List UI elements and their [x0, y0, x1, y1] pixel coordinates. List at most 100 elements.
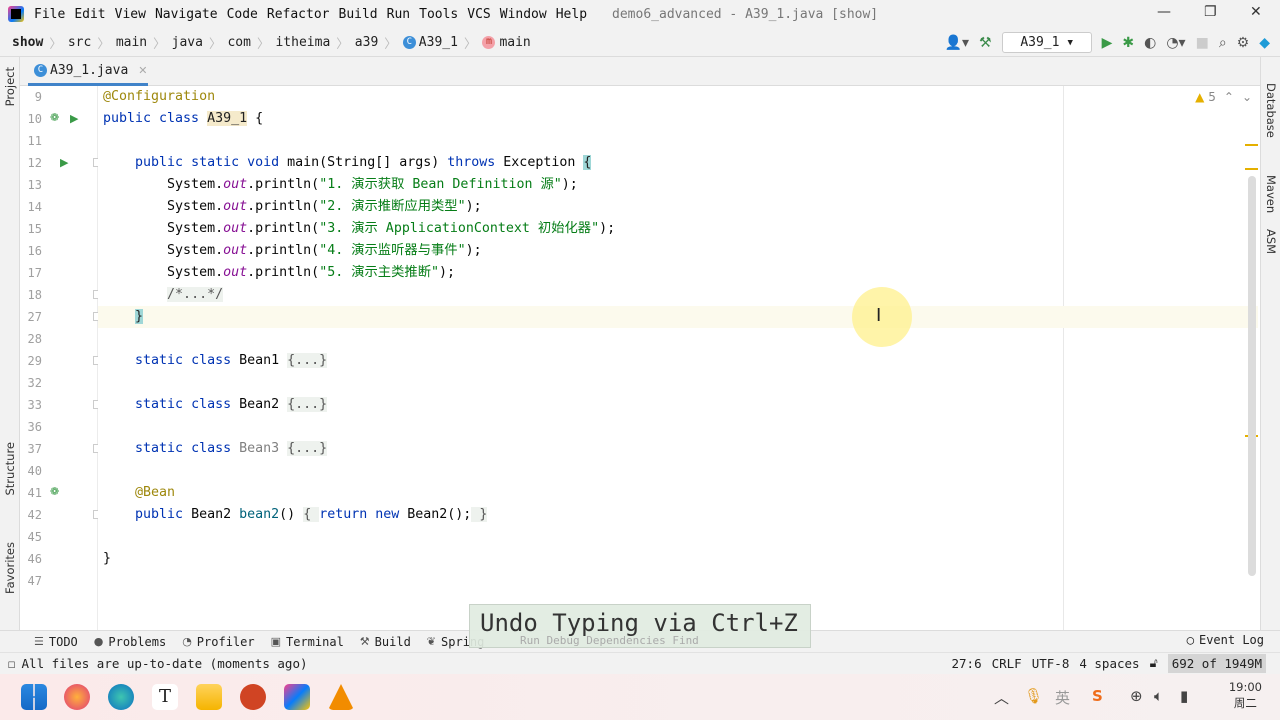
code-line[interactable] — [98, 328, 103, 350]
file-explorer-icon[interactable] — [196, 684, 222, 710]
taskbar-clock[interactable]: 19:00 周二 — [1229, 679, 1262, 711]
vertical-scrollbar[interactable] — [1248, 176, 1256, 576]
event-log-button[interactable]: ◯ Event Log — [1187, 633, 1264, 647]
indent-setting[interactable]: 4 spaces — [1079, 656, 1139, 671]
crumb-class[interactable]: A39_1 — [419, 35, 458, 50]
crumb-itheima[interactable]: itheima — [275, 35, 330, 50]
spring-bean-icon[interactable]: ❁ — [50, 111, 59, 124]
code-line[interactable]: public static void main(String[] args) t… — [98, 152, 592, 174]
battery-icon[interactable]: ▮ — [1180, 687, 1188, 705]
status-message[interactable]: All files are up-to-date (moments ago) — [22, 656, 308, 671]
terminal-tool-button[interactable]: ▣ Terminal — [271, 635, 344, 649]
crumb-method[interactable]: main — [499, 35, 530, 50]
code-line[interactable]: static class Bean1 {...} — [98, 350, 328, 372]
asm-tool-button[interactable]: ASM — [1264, 229, 1278, 254]
inspection-widget[interactable]: ▲ 5 ⌃ ⌄ — [1195, 90, 1252, 104]
lock-icon[interactable]: 🔓︎ — [1150, 655, 1158, 671]
menu-run[interactable]: Run — [387, 7, 410, 22]
code-line[interactable]: /*...*/ — [98, 284, 224, 306]
spring-bean-icon[interactable]: ❁ — [50, 485, 59, 498]
code-with-me-icon[interactable]: ◆ — [1259, 35, 1270, 51]
menu-refactor[interactable]: Refactor — [267, 7, 330, 22]
gear-icon[interactable]: ⚙ — [1237, 35, 1250, 51]
code-line[interactable]: @Bean — [98, 482, 175, 504]
crumb-show[interactable]: show — [12, 35, 43, 50]
vlc-icon[interactable] — [328, 684, 354, 710]
problems-tool-button[interactable]: ● Problems — [94, 635, 166, 649]
edge-icon[interactable] — [108, 684, 134, 710]
structure-tool-button[interactable]: Structure — [3, 442, 17, 496]
profile-icon[interactable]: ◔▾ — [1166, 35, 1185, 51]
run-main-icon[interactable]: ▶ — [60, 156, 68, 169]
run-class-icon[interactable]: ▶ — [70, 112, 78, 125]
code-line-current[interactable]: } — [98, 306, 1258, 328]
menu-build[interactable]: Build — [339, 7, 378, 22]
folded-region[interactable]: } — [471, 507, 488, 522]
restore-icon[interactable]: ❐ — [1204, 4, 1217, 20]
profiler-tool-button[interactable]: ◔ Profiler — [182, 635, 254, 649]
search-icon[interactable]: ⌕ — [1219, 35, 1227, 51]
run-configuration-select[interactable]: A39_1 ▼ — [1001, 32, 1092, 53]
coverage-icon[interactable]: ◐ — [1144, 35, 1156, 51]
powerpoint-icon[interactable] — [240, 684, 266, 710]
code-line[interactable]: @Configuration — [98, 86, 215, 108]
status-icon[interactable]: ☐ — [8, 656, 16, 671]
code-line[interactable] — [98, 416, 103, 438]
code-line[interactable]: } — [98, 548, 111, 570]
crumb-main[interactable]: main — [116, 35, 147, 50]
maven-tool-button[interactable]: Maven — [1264, 175, 1278, 213]
tab-a39-1-java[interactable]: C A39_1.java ✕ — [28, 57, 148, 86]
memory-indicator[interactable]: 692 of 1949M — [1167, 653, 1266, 673]
code-line[interactable]: System.out.println("4. 演示监听器与事件"); — [98, 240, 482, 262]
code-editor[interactable]: @Configuration public class A39_1 { publi… — [98, 86, 1260, 630]
network-icon[interactable]: ⊕ — [1130, 687, 1143, 705]
database-tool-button[interactable]: Database — [1264, 83, 1278, 138]
user-icon[interactable]: 👤▾ — [945, 35, 969, 51]
close-icon[interactable]: ✕ — [1250, 4, 1262, 20]
crumb-a39[interactable]: a39 — [355, 35, 378, 50]
code-line[interactable]: System.out.println("1. 演示获取 Bean Definit… — [98, 174, 578, 196]
next-highlight-icon[interactable]: ⌄ — [1242, 90, 1252, 104]
firefox-icon[interactable] — [64, 684, 90, 710]
folded-region[interactable]: {...} — [287, 397, 328, 412]
line-separator[interactable]: CRLF — [992, 656, 1022, 671]
code-line[interactable] — [98, 570, 103, 592]
menu-tools[interactable]: Tools — [419, 7, 458, 22]
menu-edit[interactable]: Edit — [74, 7, 105, 22]
menu-file[interactable]: File — [34, 7, 65, 22]
file-encoding[interactable]: UTF-8 — [1032, 656, 1070, 671]
code-line[interactable] — [98, 130, 103, 152]
code-line[interactable] — [98, 460, 103, 482]
intellij-icon[interactable] — [284, 684, 310, 710]
project-tool-button[interactable]: Project — [3, 67, 17, 106]
menu-code[interactable]: Code — [227, 7, 258, 22]
previous-highlight-icon[interactable]: ⌃ — [1224, 90, 1234, 104]
folded-region[interactable]: {...} — [287, 441, 328, 456]
folded-region[interactable]: {...} — [287, 353, 328, 368]
stop-icon[interactable]: ■ — [1196, 35, 1209, 51]
menu-view[interactable]: View — [115, 7, 146, 22]
input-method-icon[interactable]: 英 — [1055, 687, 1070, 708]
code-line[interactable]: System.out.println("2. 演示推断应用类型"); — [98, 196, 482, 218]
todo-tool-button[interactable]: ☰ TODO — [34, 635, 78, 649]
sogou-icon[interactable]: S — [1092, 687, 1103, 705]
code-line[interactable] — [98, 372, 103, 394]
crumb-com[interactable]: com — [227, 35, 250, 50]
debug-icon[interactable]: ✱ — [1122, 35, 1134, 51]
tray-overflow-icon[interactable]: ︿ — [994, 687, 1009, 708]
code-line[interactable]: System.out.println("3. 演示 ApplicationCon… — [98, 218, 615, 240]
code-line[interactable]: public Bean2 bean2() { return new Bean2(… — [98, 504, 488, 526]
run-icon[interactable]: ▶ — [1102, 35, 1113, 51]
crumb-java[interactable]: java — [172, 35, 203, 50]
folded-region[interactable]: { — [303, 507, 320, 522]
code-line[interactable]: public class A39_1 { — [98, 108, 263, 130]
code-line[interactable]: static class Bean2 {...} — [98, 394, 328, 416]
code-line[interactable]: static class Bean3 {...} — [98, 438, 328, 460]
folded-region[interactable]: /*...*/ — [167, 287, 224, 302]
menu-navigate[interactable]: Navigate — [155, 7, 218, 22]
minimize-icon[interactable]: — — [1157, 4, 1171, 20]
start-icon[interactable] — [21, 684, 47, 710]
crumb-src[interactable]: src — [68, 35, 91, 50]
build-tool-button[interactable]: ⚒ Build — [360, 635, 411, 649]
code-line[interactable]: System.out.println("5. 演示主类推断"); — [98, 262, 455, 284]
